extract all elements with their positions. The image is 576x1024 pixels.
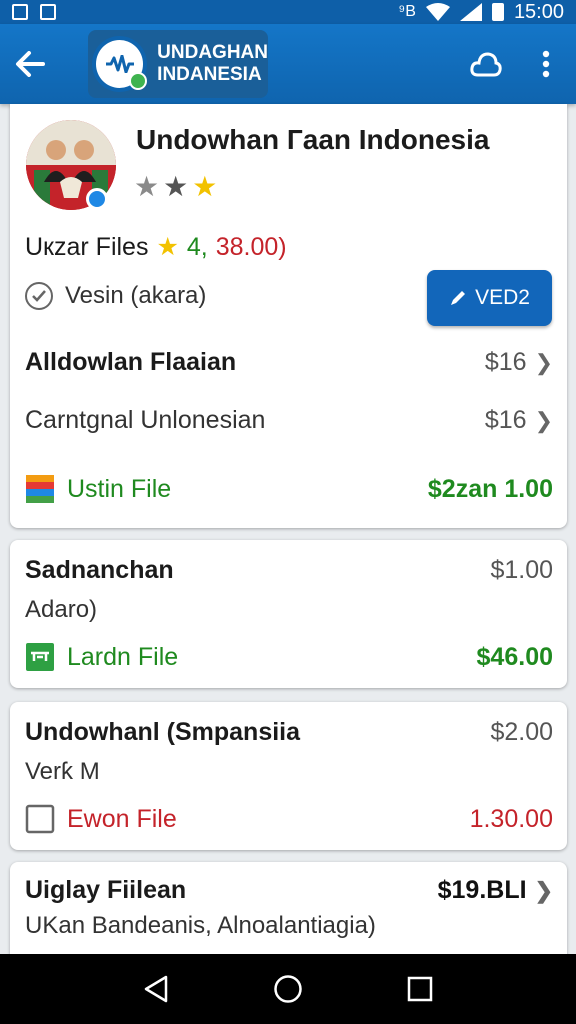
back-arrow-icon: [16, 51, 45, 77]
chevron-right-icon: ❯: [534, 407, 553, 433]
logo-line2: INDANESIA: [157, 64, 262, 85]
list-item[interactable]: Alldowlan Flaaian $16 ❯: [25, 348, 553, 377]
nav-back-icon: [144, 975, 168, 1003]
chevron-right-icon: ❯: [534, 349, 553, 375]
row-price: $16: [484, 348, 527, 376]
nav-recents-icon: [407, 976, 433, 1002]
profile-card: Undowhan Гaan Indonesia ★ ★ ★ Uкzar File…: [10, 104, 567, 528]
edit-button[interactable]: VED2: [427, 270, 552, 326]
nav-home-icon: [274, 975, 302, 1003]
card-title: Uiglay Fiilean: [25, 876, 187, 904]
row-price: $16: [484, 406, 527, 434]
file-value: 1.30.00: [469, 804, 553, 833]
logo-mark-icon: [92, 36, 148, 92]
verified-badge-icon: [86, 188, 108, 210]
card-header: Undowhanl (Smpansiia $2.00: [25, 718, 553, 747]
download-icon: [40, 4, 56, 20]
logo-badge-icon: [129, 72, 148, 90]
status-bar: ⁹B 15:00: [0, 0, 576, 24]
version-label: Vesin (akara): [65, 282, 207, 309]
file-name: Ewon File: [67, 804, 177, 833]
card-subtitle: UKan Bandeanis, Alnoalantiagia): [25, 912, 376, 939]
item-card[interactable]: Sadnanchan $1.00 Adaro) Lardn File $46.0…: [10, 540, 567, 688]
star-icon: ★: [163, 171, 189, 202]
nav-home-button[interactable]: [258, 959, 318, 1019]
pencil-icon: [451, 291, 466, 305]
wifi-icon: [425, 3, 450, 21]
battery-icon: [491, 3, 504, 21]
card-subtitle: Adaro): [25, 596, 98, 623]
file-name: Lardn File: [67, 642, 179, 671]
row-value: $16 ❯: [485, 406, 553, 435]
files-price: 38.00): [215, 232, 287, 261]
cell-signal-icon: [459, 3, 482, 21]
card-header: Uiglay Fiilean $19.BLI ❯: [25, 876, 553, 905]
file-color-icon: [26, 475, 54, 503]
card-header: Sadnanchan $1.00: [25, 556, 553, 585]
edit-button-label: VED2: [475, 286, 530, 309]
chevron-right-icon: ❯: [534, 877, 553, 903]
card-price: $19.BLI: [437, 876, 527, 904]
nav-back-button[interactable]: [126, 959, 186, 1019]
item-card[interactable]: Undowhanl (Smpansiia $2.00 Verƙ M Ewon F…: [10, 702, 567, 850]
file-green-icon: [26, 643, 54, 671]
star-icon: ★: [192, 171, 218, 202]
rating-stars: ★ ★ ★: [134, 170, 217, 203]
logo-line1: UNDAGHAN: [157, 42, 268, 63]
signal-text: ⁹B: [398, 3, 416, 20]
file-name: Ustin File: [67, 474, 172, 503]
clock: 15:00: [513, 0, 564, 23]
file-item[interactable]: Ustin File $2zan 1.00: [25, 474, 553, 504]
card-price: $1.00: [490, 556, 553, 584]
app-bar: UNDAGHAN INDANESIA: [0, 24, 576, 104]
row-label: Alldowlan Flaaian: [25, 348, 237, 376]
file-item[interactable]: Ewon File 1.30.00: [25, 804, 553, 834]
file-value: $2zan 1.00: [427, 474, 553, 503]
row-label: Carntgnal Unlonesian: [25, 406, 266, 434]
card-title: Sadnanchan: [25, 556, 174, 584]
cloud-icon: [470, 52, 502, 77]
star-icon: ★: [134, 171, 160, 202]
more-options-button[interactable]: [516, 24, 576, 104]
check-circle-icon: [25, 282, 53, 310]
star-icon: ★: [156, 233, 179, 261]
more-vert-icon: [542, 50, 550, 78]
system-nav-bar: [0, 954, 576, 1024]
row-value: $16 ❯: [485, 348, 553, 377]
version-row: Vesin (akara): [25, 282, 206, 310]
files-summary: Uкzar Files ★ 4, 38.00): [25, 232, 287, 262]
nav-recents-button[interactable]: [390, 959, 450, 1019]
files-rating: 4,: [186, 232, 208, 261]
card-title: Undowhanl (Smpansiia: [25, 718, 301, 746]
list-item[interactable]: Carntgnal Unlonesian $16 ❯: [25, 406, 553, 435]
card-subtitle: Verƙ M: [25, 758, 100, 785]
card-price: $2.00: [490, 718, 553, 746]
card-price-group: $19.BLI ❯: [438, 876, 553, 905]
back-button[interactable]: [0, 24, 60, 104]
app-logo: UNDAGHAN INDANESIA: [88, 30, 268, 98]
files-label: Uкzar Files: [25, 232, 149, 261]
cloud-button[interactable]: [456, 24, 516, 104]
notification-icon: [12, 4, 28, 20]
profile-name: Undowhan Гaan Indonesia: [136, 124, 490, 155]
checkbox-icon[interactable]: [25, 804, 55, 834]
file-item[interactable]: Lardn File $46.00: [25, 642, 553, 672]
file-value: $46.00: [476, 642, 553, 671]
